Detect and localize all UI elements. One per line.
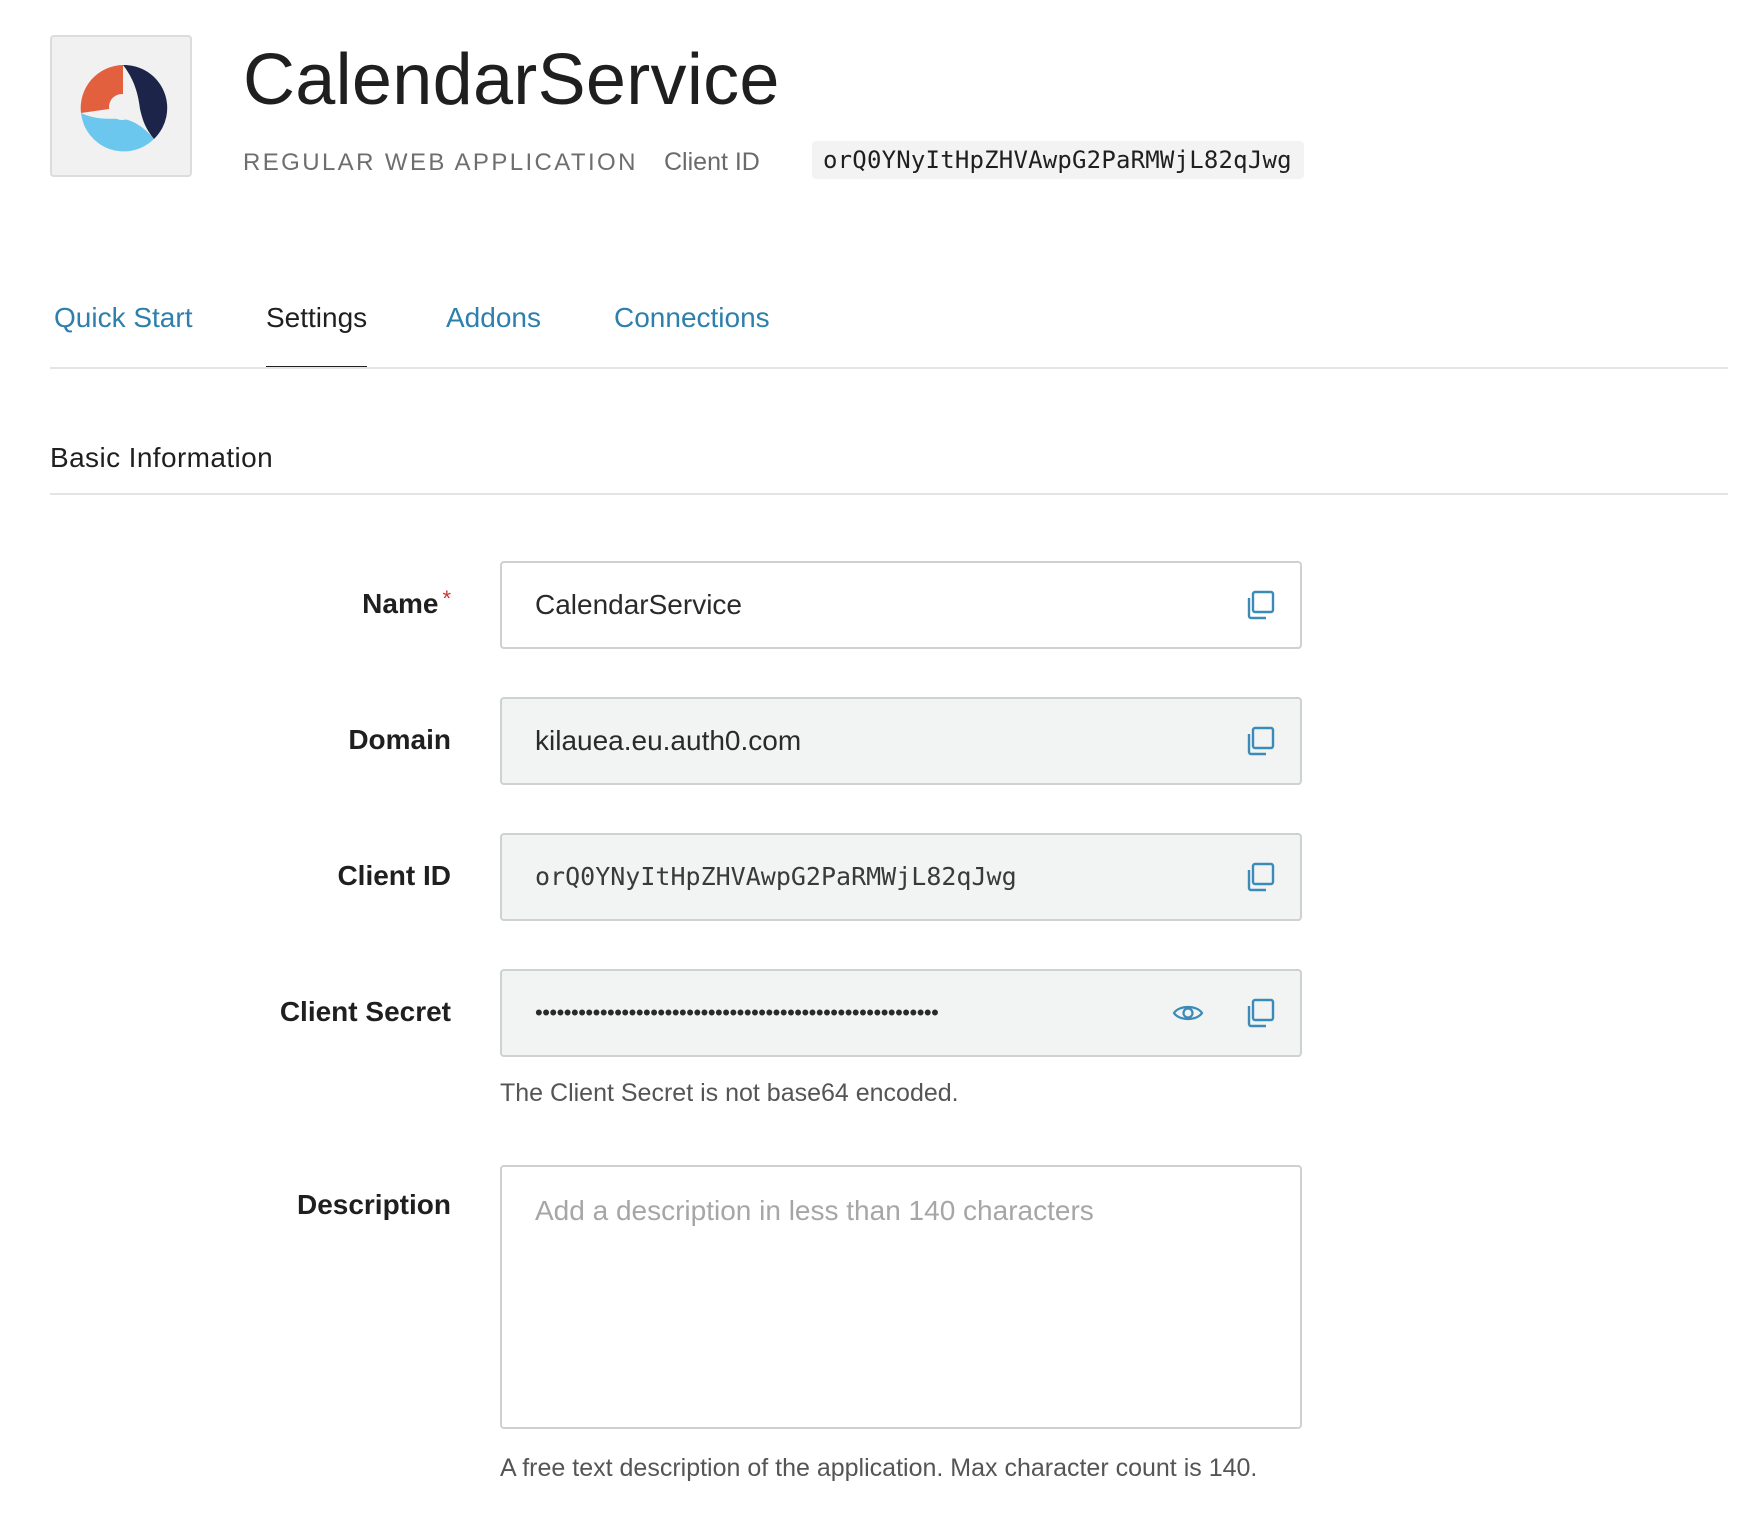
name-field[interactable]: CalendarService [500, 561, 1302, 649]
header-client-id-label: Client ID [664, 148, 760, 176]
app-logo-icon [80, 64, 168, 152]
app-logo [50, 35, 192, 177]
copy-icon [1247, 862, 1275, 892]
client-secret-helper-text: The Client Secret is not base64 encoded. [500, 1079, 959, 1107]
description-helper-text: A free text description of the applicati… [500, 1454, 1258, 1482]
copy-icon [1247, 590, 1275, 620]
domain-value: kilauea.eu.auth0.com [535, 725, 802, 756]
section-title: Basic Information [50, 442, 274, 473]
name-label-text: Name [362, 588, 439, 619]
copy-icon [1247, 998, 1275, 1028]
copy-client-secret-button[interactable] [1244, 997, 1276, 1029]
client-id-label: Client ID [337, 860, 451, 891]
settings-tabs: Quick Start Settings Addons Connections [50, 290, 1728, 369]
tab-addons[interactable]: Addons [446, 290, 541, 368]
tabs-divider [50, 367, 1728, 369]
description-textarea[interactable] [502, 1167, 1300, 1427]
client-id-value: orQ0YNyItHpZHVAwpG2PaRMWjL82qJwg [535, 862, 1017, 891]
description-label: Description [296, 1189, 451, 1220]
copy-client-id-button[interactable] [1244, 861, 1276, 893]
page-title: CalendarService [243, 40, 780, 120]
required-indicator: * [442, 586, 451, 611]
domain-label: Domain [348, 724, 451, 755]
copy-icon [1247, 726, 1275, 756]
client-secret-masked-value: ••••••••••••••••••••••••••••••••••••••••… [535, 1000, 939, 1025]
tab-settings[interactable]: Settings [266, 290, 368, 369]
app-type-label: REGULAR WEB APPLICATION [243, 149, 638, 176]
description-field[interactable] [500, 1165, 1302, 1429]
name-label: Name * [362, 586, 451, 623]
client-secret-label: Client Secret [279, 996, 451, 1027]
tab-quick-start[interactable]: Quick Start [54, 290, 192, 368]
name-input[interactable]: CalendarService [535, 563, 742, 647]
client-secret-field[interactable]: ••••••••••••••••••••••••••••••••••••••••… [500, 969, 1302, 1057]
header-client-id-value[interactable]: orQ0YNyItHpZHVAwpG2PaRMWjL82qJwg [812, 141, 1304, 179]
tab-connections[interactable]: Connections [614, 290, 770, 368]
reveal-secret-button[interactable] [1172, 997, 1204, 1029]
application-settings-page: CalendarService REGULAR WEB APPLICATION … [0, 0, 1754, 1518]
section-divider [50, 493, 1728, 495]
domain-field[interactable]: kilauea.eu.auth0.com [500, 697, 1302, 785]
eye-icon [1172, 1005, 1204, 1021]
copy-domain-button[interactable] [1244, 725, 1276, 757]
client-id-field[interactable]: orQ0YNyItHpZHVAwpG2PaRMWjL82qJwg [500, 833, 1302, 921]
copy-name-button[interactable] [1244, 589, 1276, 621]
